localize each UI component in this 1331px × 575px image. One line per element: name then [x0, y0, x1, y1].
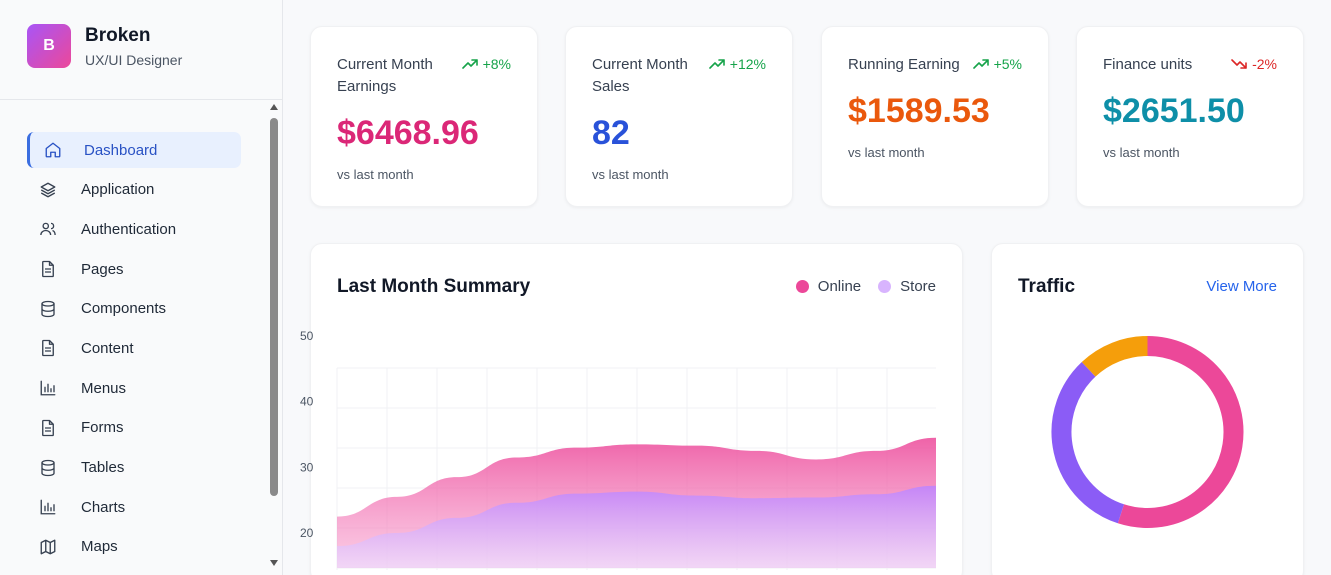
stat-value: 82	[592, 114, 630, 152]
stat-value: $1589.53	[848, 92, 990, 130]
sidebar-item-charts[interactable]: Charts	[27, 489, 241, 525]
traffic-donut-chart	[1051, 336, 1244, 528]
users-icon	[39, 220, 57, 238]
sidebar-item-menus[interactable]: Menus	[27, 370, 241, 406]
stat-title: Current Month Sales	[592, 56, 688, 95]
sidebar-item-label: Maps	[81, 538, 118, 556]
sidebar-item-label: Tables	[81, 459, 125, 476]
brand: B Broken UX/UI Designer	[0, 0, 282, 100]
sidebar-item-label: Dashboard	[84, 141, 158, 159]
bar-chart-icon	[39, 379, 57, 397]
stat-card: Running Earning +5% $1589.53 vs last mon…	[821, 26, 1049, 207]
document-icon	[39, 419, 57, 437]
sidebar-item-label: Components	[81, 300, 167, 318]
database-icon	[39, 300, 57, 318]
brand-logo[interactable]: B	[27, 24, 71, 68]
scroll-thumb[interactable]	[270, 118, 278, 496]
stat-subtext: vs last month	[337, 167, 414, 182]
y-tick-label: 50	[300, 329, 314, 343]
chart-legend: Online Store	[779, 278, 936, 295]
stat-value: $6468.96	[337, 114, 479, 152]
trend-up-icon	[708, 58, 730, 70]
stat-value: $2651.50	[1103, 92, 1245, 130]
document-icon	[39, 339, 57, 357]
scroll-down-arrow-icon[interactable]	[270, 560, 278, 566]
legend-item-store[interactable]: Store	[878, 278, 936, 295]
stat-change-value: -2%	[1252, 56, 1277, 72]
trend-up-icon	[972, 58, 994, 70]
legend-dot-online	[795, 280, 809, 293]
donut-slice[interactable]	[1117, 336, 1244, 528]
sidebar-item-content[interactable]: Content	[27, 330, 241, 366]
stat-change: +5%	[972, 56, 1022, 72]
sidebar-item-application[interactable]: Application	[27, 172, 241, 208]
legend-dot-store	[878, 280, 892, 293]
sidebar-item-label: Charts	[81, 498, 126, 516]
brand-name: Broken	[85, 25, 151, 46]
sidebar-item-label: Pages	[81, 260, 124, 278]
traffic-title: Traffic	[1018, 276, 1076, 297]
sidebar-item-tables[interactable]: Tables	[27, 450, 241, 486]
sidebar-item-label: Content	[81, 339, 134, 357]
sidebar-item-forms[interactable]: Forms	[27, 410, 241, 446]
trend-up-icon	[461, 58, 483, 70]
stat-subtext: vs last month	[848, 145, 925, 160]
sidebar-item-pages[interactable]: Pages	[27, 251, 241, 287]
sidebar-item-dashboard[interactable]: Dashboard	[27, 132, 241, 168]
sidebar-item-authentication[interactable]: Authentication	[27, 211, 241, 247]
y-tick-label: 30	[300, 460, 314, 474]
sidebar-item-label: Application	[81, 181, 155, 199]
stat-change: +8%	[461, 56, 511, 72]
y-tick-label: 20	[300, 526, 314, 540]
stat-card: Current Month Sales +12% 82 vs last mont…	[565, 26, 793, 207]
y-tick-label: 40	[300, 395, 314, 409]
sidebar-item-label: Forms	[81, 419, 124, 437]
view-more-link[interactable]: View More	[1206, 278, 1277, 295]
stat-card: Finance units -2% $2651.50 vs last month	[1076, 26, 1304, 207]
bar-chart-icon	[39, 498, 57, 516]
stat-change: +12%	[708, 56, 766, 72]
sidebar-scrollbar[interactable]	[268, 100, 280, 570]
stat-title: Running Earning	[848, 56, 960, 73]
stat-title: Current Month Earnings	[337, 56, 433, 95]
summary-title: Last Month Summary	[337, 276, 531, 297]
stat-title: Finance units	[1103, 56, 1193, 73]
trend-down-icon	[1231, 58, 1252, 70]
stat-subtext: vs last month	[592, 167, 669, 182]
home-icon	[44, 141, 62, 159]
map-icon	[39, 538, 57, 556]
stat-change: -2%	[1231, 56, 1277, 72]
stat-change-value: +5%	[993, 56, 1022, 72]
stat-change-value: +12%	[729, 56, 766, 72]
layers-icon	[39, 181, 57, 199]
donut-slice[interactable]	[1081, 336, 1148, 377]
database-icon	[39, 459, 57, 477]
stat-card: Current Month Earnings +8% $6468.96 vs l…	[310, 26, 538, 207]
sidebar-item-label: Authentication	[81, 220, 177, 238]
donut-slice[interactable]	[1051, 362, 1125, 524]
brand-role: UX/UI Designer	[85, 52, 183, 68]
legend-label-online: Online	[817, 278, 862, 295]
sidebar: B Broken UX/UI Designer Dashboard Applic…	[0, 0, 283, 575]
sidebar-nav: Dashboard Application Authentication Pag…	[27, 132, 241, 569]
stat-change-value: +8%	[482, 56, 511, 72]
sidebar-item-label: Menus	[81, 379, 127, 397]
sidebar-item-components[interactable]: Components	[27, 291, 241, 327]
scroll-up-arrow-icon[interactable]	[270, 104, 278, 110]
stat-subtext: vs last month	[1103, 145, 1180, 160]
summary-area-chart: 20 30 40 50	[300, 329, 936, 570]
sidebar-item-maps[interactable]: Maps	[27, 529, 241, 565]
legend-label-store: Store	[900, 278, 936, 295]
legend-item-online[interactable]: Online	[795, 278, 862, 295]
document-icon	[39, 260, 57, 278]
